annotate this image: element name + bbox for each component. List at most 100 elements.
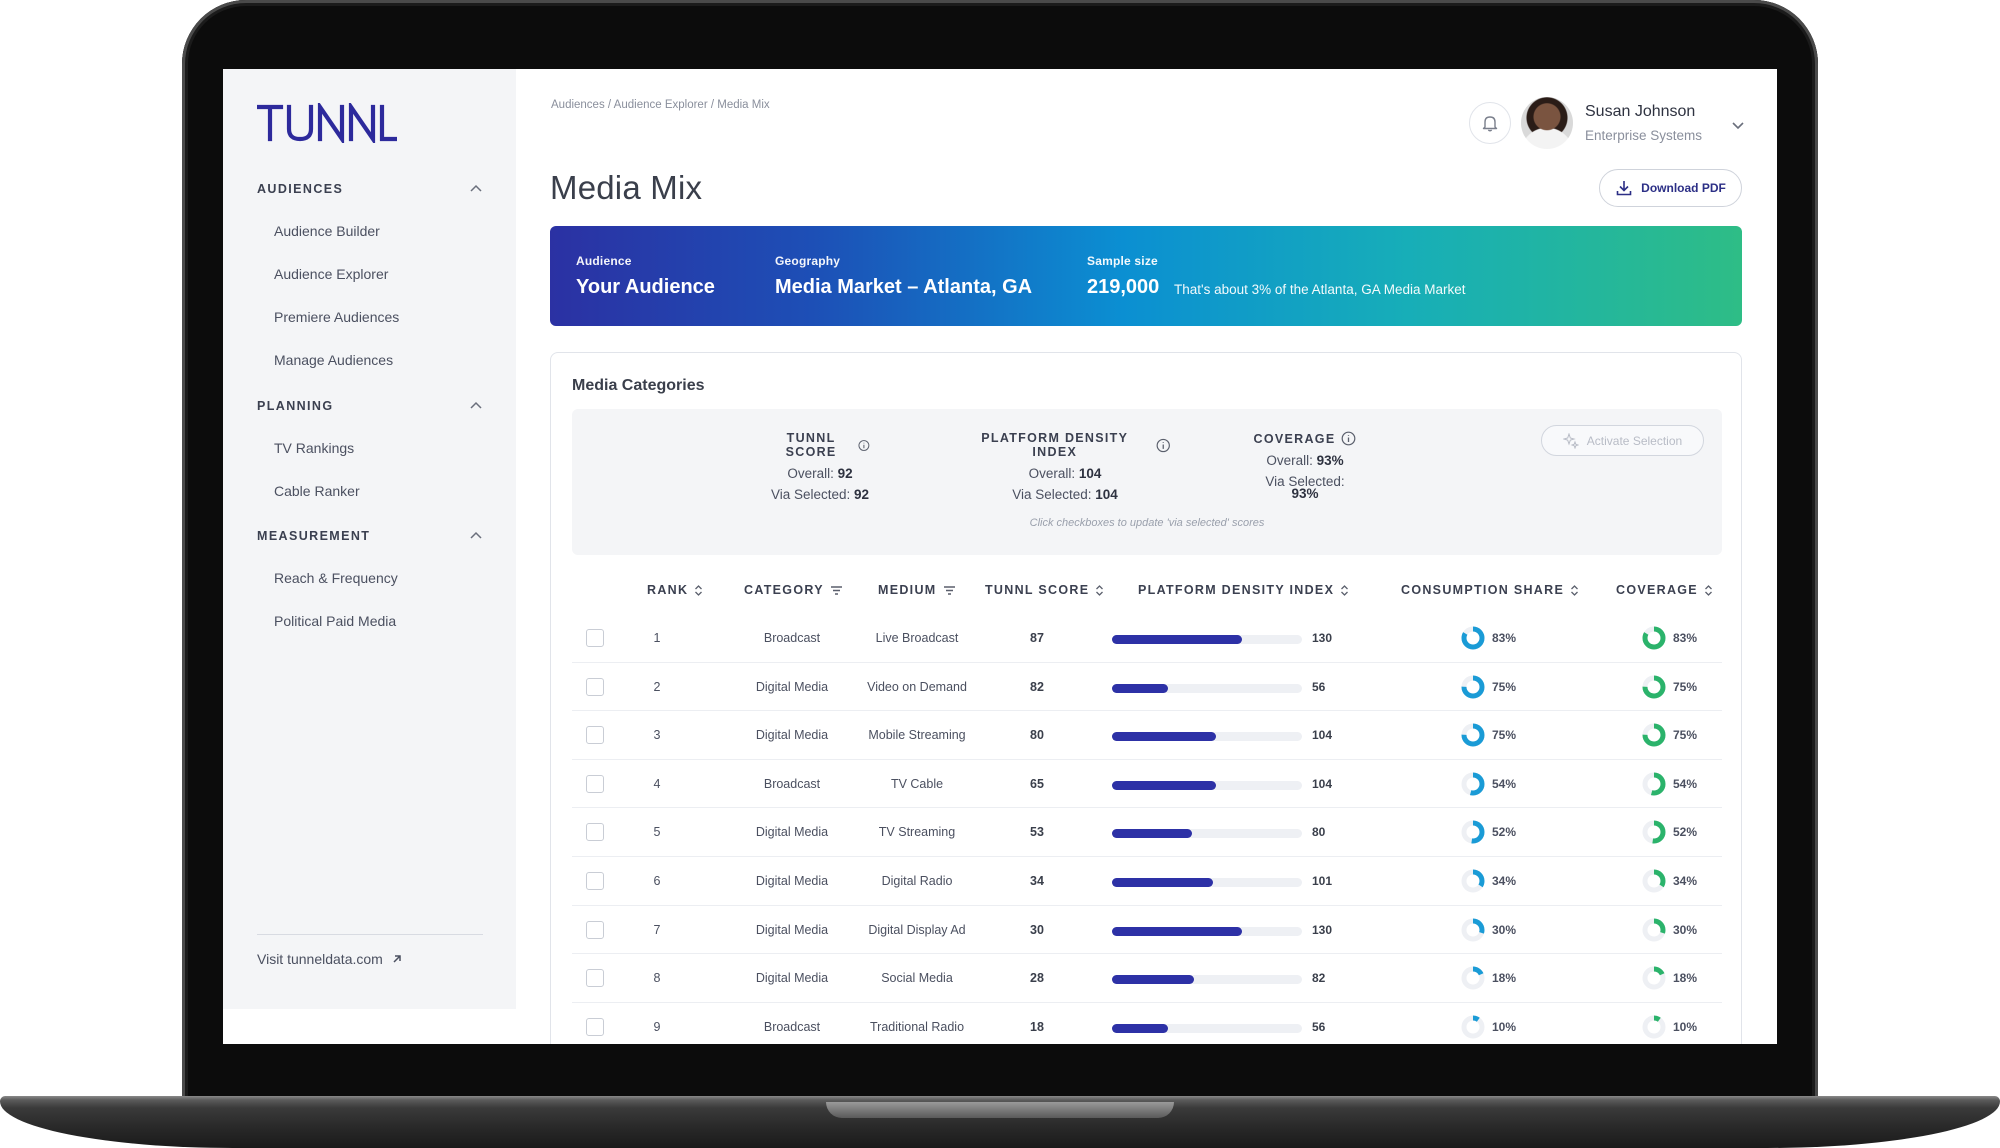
sidebar-item-reach-frequency[interactable]: Reach & Frequency [257, 557, 483, 600]
download-pdf-label: Download PDF [1641, 181, 1726, 195]
sidebar-item-manage-audiences[interactable]: Manage Audiences [257, 339, 483, 382]
column-header-tunnl-score[interactable]: TUNNL SCORE [985, 583, 1104, 597]
tunnl-logo[interactable] [257, 103, 397, 143]
consumption-value: 34% [1492, 873, 1517, 888]
medium-cell: Traditional Radio [869, 1019, 965, 1034]
nav-heading-label: PLANNING [257, 399, 334, 413]
hero-sample-note: That's about 3% of the Atlanta, GA Media… [1174, 282, 1466, 297]
breadcrumb-audiences[interactable]: Audiences [551, 99, 605, 111]
hero-sample-label: Sample size [1087, 254, 1158, 268]
table-row[interactable]: 5 Digital Media TV Streaming 53 80 52% 5… [572, 808, 1722, 857]
medium-cell: Digital Radio [881, 873, 953, 888]
coverage-number: 34 [1673, 873, 1687, 888]
info-icon[interactable] [858, 438, 870, 453]
sidebar-item-audience-explorer[interactable]: Audience Explorer [257, 253, 483, 296]
rank-cell: 7 [653, 922, 661, 937]
tunnl-score-cell: 82 [1030, 679, 1044, 694]
sidebar-item-premiere-audiences[interactable]: Premiere Audiences [257, 296, 483, 339]
breadcrumb-audience-explorer[interactable]: Audience Explorer [614, 99, 708, 111]
filter-icon [943, 585, 955, 595]
consumption-number: 54 [1492, 776, 1506, 791]
nav-heading-measurement[interactable]: MEASUREMENT [257, 527, 483, 545]
breadcrumb: Audiences / Audience Explorer / Media Mi… [551, 99, 770, 111]
table-row[interactable]: 4 Broadcast TV Cable 65 104 54% 54% [572, 760, 1722, 809]
metric-selected-value: 93% [1291, 486, 1319, 501]
column-header-category[interactable]: CATEGORY [744, 583, 843, 597]
external-link-icon [393, 955, 401, 963]
table-row[interactable]: 7 Digital Media Digital Display Ad 30 13… [572, 906, 1722, 955]
coverage-number: 54 [1673, 776, 1687, 791]
sidebar-item-audience-builder[interactable]: Audience Builder [257, 210, 483, 253]
density-bar-track [1112, 635, 1302, 644]
coverage-value: 34% [1673, 873, 1698, 888]
user-avatar[interactable] [1521, 97, 1573, 149]
consumption-donut [1461, 918, 1485, 942]
download-pdf-button[interactable]: Download PDF [1599, 169, 1742, 207]
breadcrumb-current: Media Mix [717, 99, 770, 111]
column-header-coverage[interactable]: COVERAGE [1616, 583, 1713, 597]
consumption-value: 75% [1492, 728, 1517, 743]
column-header-consumption[interactable]: CONSUMPTION SHARE [1401, 583, 1579, 597]
metric-name: TUNNL SCORE [785, 431, 837, 459]
coverage-donut [1642, 1015, 1666, 1039]
laptop-notch [826, 1102, 1174, 1118]
nav-group-audiences: AUDIENCES Audience Builder Audience Expl… [257, 180, 483, 382]
metric-selected-value: 92 [854, 487, 870, 502]
consumption-number: 30 [1492, 922, 1506, 937]
coverage-value: 75% [1673, 679, 1698, 694]
nav-heading-audiences[interactable]: AUDIENCES [257, 180, 483, 198]
table-row[interactable]: 3 Digital Media Mobile Streaming 80 104 … [572, 711, 1722, 760]
consumption-donut [1461, 675, 1485, 699]
column-header-density[interactable]: PLATFORM DENSITY INDEX [1138, 583, 1349, 597]
table-row[interactable]: 9 Broadcast Traditional Radio 18 56 10% … [572, 1003, 1722, 1044]
category-cell: Broadcast [763, 631, 821, 645]
column-header-rank[interactable]: RANK [647, 583, 703, 597]
coverage-donut [1642, 723, 1666, 747]
medium-cell: Mobile Streaming [868, 728, 966, 743]
category-cell: Digital Media [755, 922, 829, 937]
column-header-label: MEDIUM [878, 583, 937, 597]
density-value: 82 [1312, 971, 1326, 986]
nav-heading-planning[interactable]: PLANNING [257, 397, 483, 415]
hero-sample-value: 219,000 [1087, 276, 1160, 298]
metric-overall-label: Overall: [1266, 453, 1313, 468]
rank-cell: 3 [653, 728, 661, 743]
media-categories-card: Media Categories TUNNL SCORE Overall: 92… [550, 352, 1742, 1044]
rank-cell: 4 [653, 776, 661, 791]
sidebar-item-cable-ranker[interactable]: Cable Ranker [257, 470, 483, 513]
consumption-donut [1461, 723, 1485, 747]
table-row[interactable]: 8 Digital Media Social Media 28 82 18% 1… [572, 954, 1722, 1003]
table-row[interactable]: 1 Broadcast Live Broadcast 87 130 83% 83… [572, 614, 1722, 663]
chevron-up-icon [470, 401, 482, 409]
column-header-label: TUNNL SCORE [985, 583, 1090, 597]
density-value: 80 [1312, 825, 1326, 840]
notifications-button[interactable] [1469, 102, 1511, 144]
column-header-medium[interactable]: MEDIUM [878, 583, 956, 597]
info-icon[interactable] [1341, 431, 1356, 446]
consumption-value: 54% [1492, 776, 1517, 791]
category-cell: Digital Media [755, 825, 829, 840]
consumption-value: 18% [1492, 971, 1517, 986]
rank-cell: 1 [653, 631, 661, 645]
rank-cell: 8 [653, 971, 661, 986]
consumption-number: 34 [1492, 873, 1506, 888]
density-value: 104 [1312, 728, 1333, 743]
consumption-donut [1461, 772, 1485, 796]
table-row[interactable]: 6 Digital Media Digital Radio 34 101 34%… [572, 857, 1722, 906]
coverage-donut [1642, 966, 1666, 990]
sidebar-item-political-paid-media[interactable]: Political Paid Media [257, 600, 483, 643]
user-name: Susan Johnson [1585, 103, 1696, 120]
chevron-down-icon[interactable] [1730, 117, 1746, 133]
table-row[interactable]: 2 Digital Media Video on Demand 82 56 75… [572, 663, 1722, 712]
tunnl-score-cell: 18 [1030, 1019, 1044, 1034]
sidebar-item-tv-rankings[interactable]: TV Rankings [257, 427, 483, 470]
consumption-donut [1461, 966, 1485, 990]
metric-overall-value: 104 [1078, 466, 1102, 481]
info-icon[interactable] [1156, 438, 1170, 453]
tunnl-score-cell: 87 [1030, 631, 1044, 645]
activate-selection-button[interactable]: Activate Selection [1541, 425, 1704, 456]
category-cell: Digital Media [755, 873, 829, 888]
visit-website-link[interactable]: Visit tunneldata.com [257, 951, 403, 967]
coverage-value: 10% [1673, 1019, 1698, 1034]
metric-coverage: COVERAGE Overall: 93% Via Selected: 93% [1253, 431, 1357, 500]
